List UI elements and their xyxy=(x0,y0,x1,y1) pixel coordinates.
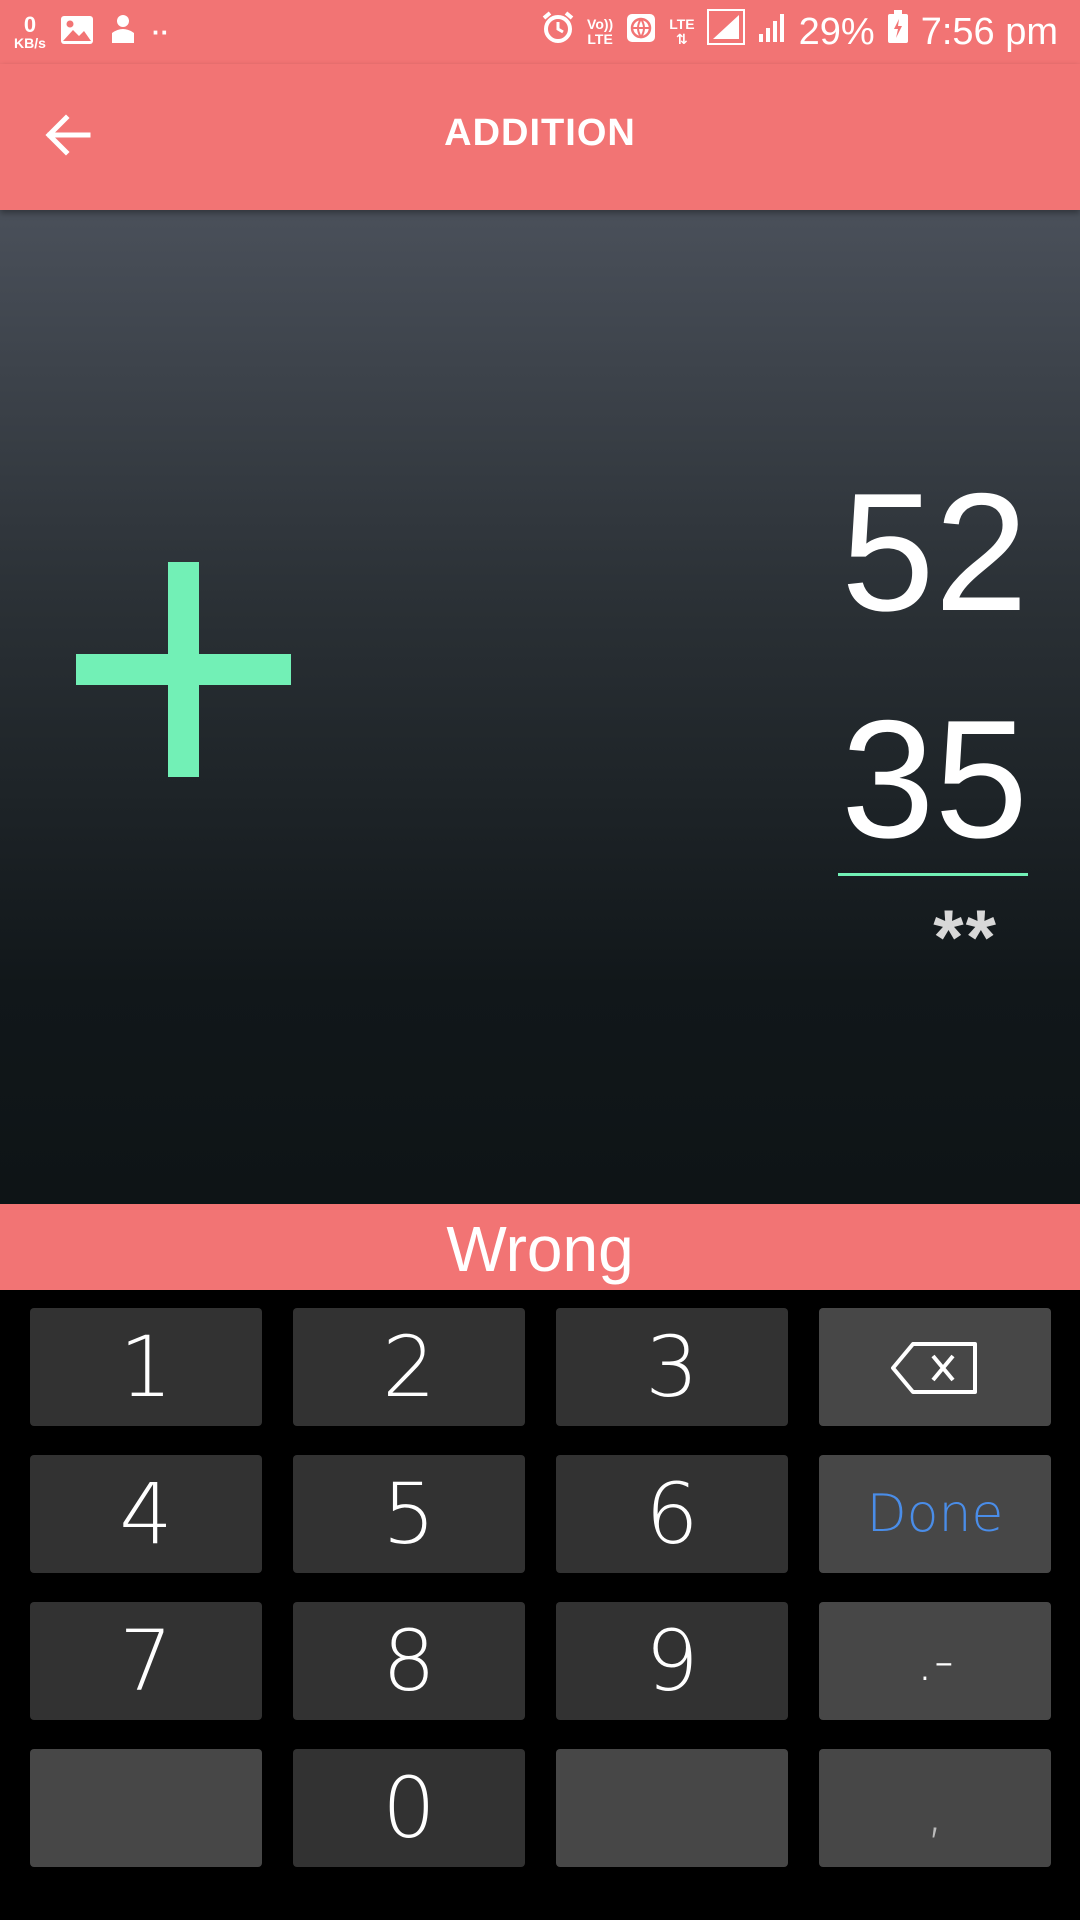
answer-input-display[interactable]: ** xyxy=(933,898,998,976)
network-speed-unit: KB/s xyxy=(14,35,46,51)
key-6[interactable]: 6 xyxy=(556,1455,788,1573)
battery-icon xyxy=(887,10,909,54)
volte-indicator: Vo)) LTE xyxy=(587,17,613,46)
key-5[interactable]: 5 xyxy=(293,1455,525,1573)
problem-area: 52 35 ** xyxy=(0,210,1080,1204)
signal-icon-sim2 xyxy=(757,11,787,54)
signal-icon-sim1 xyxy=(706,9,745,55)
volte-bottom: LTE xyxy=(587,31,613,47)
operand-2: 35 xyxy=(841,685,1028,873)
key-8[interactable]: 8 xyxy=(293,1602,525,1720)
answer-divider xyxy=(838,873,1028,876)
network-speed: 0 KB/s xyxy=(14,12,46,51)
status-left: 0 KB/s ·· xyxy=(14,8,169,56)
key-blank-right[interactable] xyxy=(556,1749,788,1867)
page-title: ADDITION xyxy=(444,112,636,154)
key-backspace[interactable] xyxy=(819,1308,1051,1426)
data-roaming-icon xyxy=(625,11,657,54)
backspace-icon xyxy=(889,1318,981,1416)
plus-operator-bar-v xyxy=(168,562,199,777)
key-blank-left[interactable] xyxy=(30,1749,262,1867)
key-9[interactable]: 9 xyxy=(556,1602,788,1720)
key-1[interactable]: 1 xyxy=(30,1308,262,1426)
lte-indicator: LTE ⇅ xyxy=(669,17,694,46)
key-comma[interactable]: , xyxy=(819,1749,1051,1867)
status-right: Vo)) LTE LTE ⇅ 29% 7:56 pm xyxy=(541,6,1058,58)
key-dot-minus[interactable]: .- xyxy=(819,1602,1051,1720)
key-7[interactable]: 7 xyxy=(30,1602,262,1720)
alarm-icon xyxy=(541,10,575,54)
lte-label: LTE xyxy=(669,16,695,33)
app-bar: ADDITION xyxy=(0,64,1080,210)
app-notification-icon xyxy=(108,13,138,52)
volte-top: Vo)) xyxy=(587,16,614,33)
status-bar: 0 KB/s ·· Vo)) LTE LTE ⇅ 29% 7:56 pm xyxy=(0,0,1080,64)
feedback-banner: Wrong xyxy=(0,1204,1080,1290)
key-0[interactable]: 0 xyxy=(293,1749,525,1867)
done-button[interactable]: Done xyxy=(819,1455,1051,1573)
key-2[interactable]: 2 xyxy=(293,1308,525,1426)
plus-operator-icon xyxy=(76,562,291,777)
numeric-keypad: 1 2 3 4 5 6 Done 7 8 9 .- 0 , xyxy=(0,1290,1080,1920)
key-3[interactable]: 3 xyxy=(556,1308,788,1426)
gallery-icon xyxy=(60,15,94,50)
network-speed-value: 0 xyxy=(23,12,37,37)
clock: 7:56 pm xyxy=(920,10,1058,53)
operand-1: 52 xyxy=(841,458,1028,646)
key-4[interactable]: 4 xyxy=(30,1455,262,1573)
data-arrows-icon: ⇅ xyxy=(676,31,688,47)
more-notifications-icon: ·· xyxy=(151,16,170,47)
battery-percent: 29% xyxy=(798,10,875,53)
